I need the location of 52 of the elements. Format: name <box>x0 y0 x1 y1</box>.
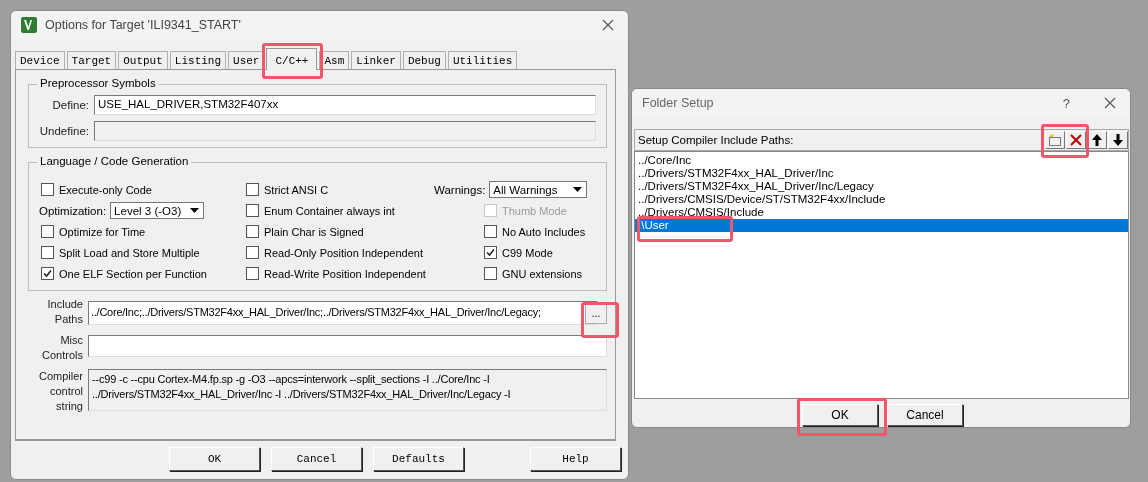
checkbox-label: C99 Mode <box>502 246 553 259</box>
dialog-button[interactable]: Defaults <box>373 447 464 471</box>
field-label: Compiler control string <box>38 369 83 414</box>
field-label: Include Paths <box>46 297 83 327</box>
dialog-button[interactable]: Cancel <box>887 404 963 426</box>
field-label: Define: <box>51 99 89 111</box>
list-header: Setup Compiler Include Paths: <box>638 134 794 146</box>
list-item[interactable]: ../Drivers/CMSIS/Include <box>635 206 1128 219</box>
dialog-button[interactable]: Help <box>530 447 621 471</box>
group-title: Preprocessor Symbols <box>37 77 159 89</box>
dialog-button[interactable]: OK <box>802 404 878 426</box>
checkbox-label: Read-Write Position Independent <box>264 267 426 280</box>
list-item[interactable]: ../Core/Inc <box>635 154 1128 167</box>
tab[interactable]: Output <box>118 51 168 69</box>
dialog-button[interactable]: Cancel <box>271 447 362 471</box>
checkbox-label: No Auto Includes <box>502 225 586 238</box>
window-title: Folder Setup <box>642 96 715 110</box>
checkbox-label: Execute-only Code <box>59 183 152 196</box>
checkbox-label: GNU extensions <box>502 267 583 280</box>
tab[interactable]: Utilities <box>447 51 518 69</box>
list-item[interactable]: ../Drivers/STM32F4xx_HAL_Driver/Inc/Legacy <box>635 180 1128 193</box>
tab[interactable]: Device <box>15 51 65 69</box>
tab[interactable]: Asm <box>319 51 350 69</box>
checkbox-label: One ELF Section per Function <box>59 267 207 280</box>
dropdown-label: Optimization: <box>39 204 107 217</box>
checkbox-label: Plain Char is Signed <box>264 225 364 238</box>
checkbox-label: Split Load and Store Multiple <box>59 246 200 259</box>
dropdown-label: Warnings: <box>434 183 486 196</box>
tab[interactable]: Listing <box>169 51 227 69</box>
tab[interactable]: Target <box>66 51 117 69</box>
input-field[interactable]: USE_HAL_DRIVER,STM32F407xx <box>94 95 596 115</box>
list-item[interactable]: ../Drivers/CMSIS/Device/ST/STM32F4xx/Include <box>635 193 1128 206</box>
list-item[interactable]: ../Drivers/STM32F4xx_HAL_Driver/Inc <box>635 167 1128 180</box>
help-button[interactable]: ? <box>1062 95 1070 111</box>
text-area[interactable]: --c99 -c --cpu Cortex-M4.fp.sp -g -O3 --apcs=interwork --split_sections -I ../Core/Inc -I ../Drivers/STM32F4xx_HAL_Driver/Inc -I ../Drivers/STM32F4xx_HAL_Driver/Inc/Legacy -I <box>88 369 607 411</box>
window-title: Options for Target 'ILI9341_START' <box>45 18 242 32</box>
list-item[interactable]: .\User <box>635 219 1128 232</box>
group-title: Language / Code Generation <box>37 155 192 167</box>
dropdown[interactable]: All Warnings <box>489 181 588 198</box>
checkbox-label: Enum Container always int <box>264 204 395 217</box>
tab[interactable]: C/C++ <box>266 48 318 70</box>
checkbox-label: Optimize for Time <box>59 225 146 238</box>
tab[interactable]: Debug <box>402 51 446 69</box>
field-label: Undefine: <box>39 125 89 137</box>
tab[interactable]: Linker <box>351 51 401 69</box>
checkbox-label: Strict ANSI C <box>264 183 329 196</box>
dialog-button[interactable]: OK <box>169 447 260 471</box>
dropdown[interactable]: Level 3 (-O3) <box>110 202 205 219</box>
checkbox-label: Read-Only Position Independent <box>264 246 423 259</box>
checkbox-label: Thumb Mode <box>502 204 567 217</box>
field-label: Misc Controls <box>41 333 83 363</box>
tab[interactable]: User <box>228 51 265 69</box>
